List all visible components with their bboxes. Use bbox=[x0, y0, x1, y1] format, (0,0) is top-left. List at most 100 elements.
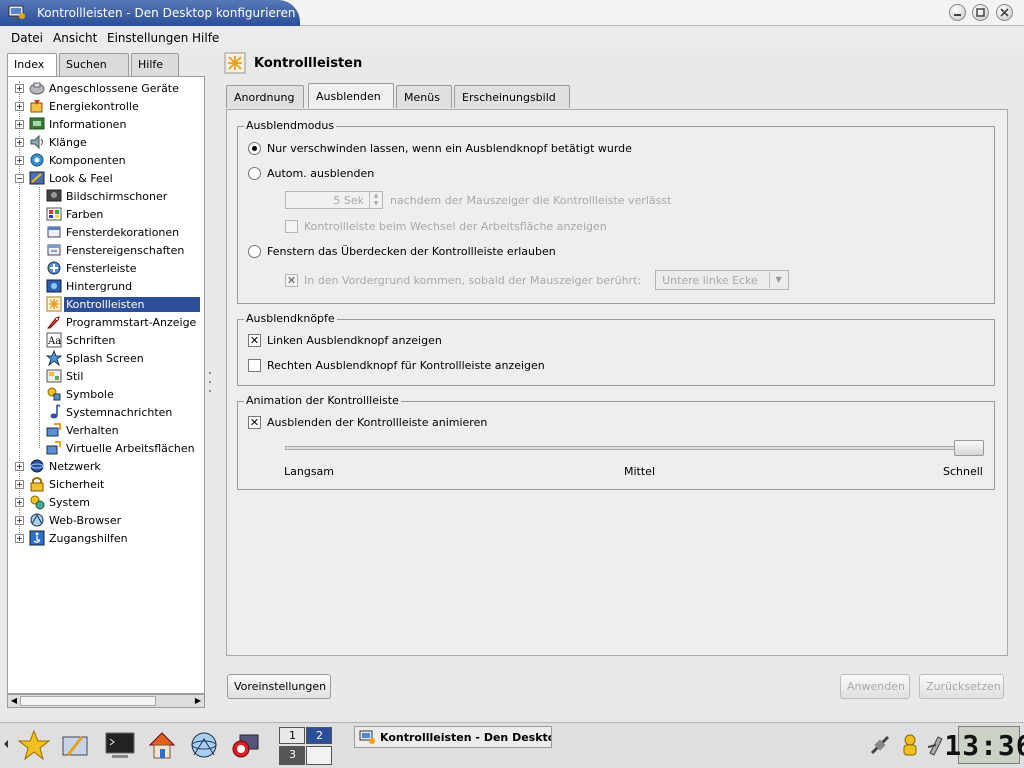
animation-speed-slider[interactable] bbox=[285, 446, 979, 450]
checkbox-animate-hide[interactable]: ✕ Ausblenden der Kontrollleiste animiere… bbox=[248, 416, 487, 429]
expand-icon[interactable]: + bbox=[15, 498, 24, 507]
tree-item-komponenten[interactable]: + Komponenten bbox=[15, 151, 126, 169]
tree-item-look-and-feel[interactable]: − Look & Feel bbox=[15, 169, 113, 187]
tree-item-angeschlossene-geraete[interactable]: + Angeschlossene Geräte bbox=[15, 79, 179, 97]
expand-icon[interactable]: + bbox=[15, 516, 24, 525]
tree-item-splash-screen[interactable]: Splash Screen bbox=[46, 349, 144, 367]
tree-item-kontrollleisten[interactable]: Kontrollleisten bbox=[46, 295, 204, 313]
tree-item-informationen[interactable]: + Informationen bbox=[15, 115, 126, 133]
tree-item-netzwerk[interactable]: + Netzwerk bbox=[15, 457, 101, 475]
tree-item-energiekontrolle[interactable]: + Energiekontrolle bbox=[15, 97, 139, 115]
radio-auto-hide[interactable]: Autom. ausblenden bbox=[248, 167, 374, 180]
expand-icon[interactable]: + bbox=[15, 138, 24, 147]
radio-manual-hide[interactable]: Nur verschwinden lassen, wenn ein Ausble… bbox=[248, 142, 632, 155]
slider-handle[interactable] bbox=[954, 440, 984, 456]
expand-icon[interactable]: + bbox=[15, 102, 24, 111]
menu-ansicht[interactable]: Ansicht bbox=[53, 31, 97, 45]
tab-hilfe[interactable]: Hilfe bbox=[131, 53, 179, 76]
menu-einstellungen[interactable]: Einstellungen bbox=[107, 31, 188, 45]
tree-item-farben[interactable]: Farben bbox=[46, 205, 103, 223]
delay-spinbox[interactable]: 5 Sek ▲ ▼ bbox=[285, 191, 383, 209]
checkbox-label: Rechten Ausblendknopf für Kontrollleiste… bbox=[267, 359, 545, 372]
module-tree[interactable]: + Angeschlossene Geräte + Energiekontrol… bbox=[7, 76, 205, 694]
expand-icon[interactable]: + bbox=[15, 462, 24, 471]
panel-hide-left-icon[interactable] bbox=[2, 737, 10, 751]
radio-allow-cover[interactable]: Fenstern das Überdecken der Kontrollleis… bbox=[248, 245, 556, 258]
desktop-4-button[interactable] bbox=[306, 746, 332, 765]
checkbox-raise-on-touch[interactable]: ✕ In den Vordergrund kommen, sobald der … bbox=[285, 270, 790, 290]
splitter-handle[interactable] bbox=[208, 370, 212, 394]
apply-button[interactable]: Anwenden bbox=[840, 674, 910, 699]
tree-item-zugangshilfen[interactable]: + Zugangshilfen bbox=[15, 529, 128, 547]
tab-anordnung[interactable]: Anordnung bbox=[226, 85, 304, 108]
collapse-icon[interactable]: − bbox=[15, 174, 24, 183]
checkbox[interactable] bbox=[285, 220, 298, 233]
tree-item-verhalten[interactable]: Verhalten bbox=[46, 421, 119, 439]
tree-item-fenstereigenschaften[interactable]: Fenstereigenschaften bbox=[46, 241, 184, 259]
tab-erscheinungsbild[interactable]: Erscheinungsbild bbox=[454, 85, 570, 108]
scroll-right-icon[interactable]: ▶ bbox=[192, 695, 204, 707]
home-icon[interactable] bbox=[146, 729, 178, 761]
radio-button[interactable] bbox=[248, 167, 261, 180]
desktop-2-button[interactable]: 2 bbox=[306, 727, 332, 744]
checkbox[interactable]: ✕ bbox=[248, 334, 261, 347]
tree-item-systemnachrichten[interactable]: Systemnachrichten bbox=[46, 403, 172, 421]
tree-item-fensterdekorationen[interactable]: Fensterdekorationen bbox=[46, 223, 179, 241]
menu-hilfe[interactable]: Hilfe bbox=[192, 31, 219, 45]
radio-button[interactable] bbox=[248, 245, 261, 258]
expand-icon[interactable]: + bbox=[15, 534, 24, 543]
expand-icon[interactable]: + bbox=[15, 120, 24, 129]
tab-label: Anordnung bbox=[234, 91, 295, 104]
tree-item-symbole[interactable]: Symbole bbox=[46, 385, 114, 403]
tree-item-stil[interactable]: Stil bbox=[46, 367, 83, 385]
corner-select[interactable]: Untere linke Ecke ▼ bbox=[655, 270, 790, 290]
tree-item-sicherheit[interactable]: + Sicherheit bbox=[15, 475, 104, 493]
chevron-down-icon[interactable]: ▼ bbox=[769, 272, 787, 288]
clock[interactable]: 13:36 bbox=[944, 726, 1024, 764]
spin-arrows-icon[interactable]: ▲ ▼ bbox=[369, 192, 382, 208]
tree-item-hintergrund[interactable]: Hintergrund bbox=[46, 277, 132, 295]
minimize-button[interactable] bbox=[949, 4, 966, 21]
menu-datei[interactable]: Datei bbox=[11, 31, 43, 45]
close-button[interactable] bbox=[996, 4, 1013, 21]
scroll-thumb[interactable] bbox=[20, 696, 156, 706]
checkbox[interactable]: ✕ bbox=[248, 416, 261, 429]
reset-button[interactable]: Zurücksetzen bbox=[919, 674, 1004, 699]
user-tray-icon[interactable] bbox=[898, 733, 922, 757]
tree-item-bildschirmschoner[interactable]: Bildschirmschoner bbox=[46, 187, 167, 205]
expand-icon[interactable]: + bbox=[15, 84, 24, 93]
expand-icon[interactable]: + bbox=[15, 480, 24, 489]
checkbox-right-hide-button[interactable]: Rechten Ausblendknopf für Kontrollleiste… bbox=[248, 359, 545, 372]
desktop-3-button[interactable]: 3 bbox=[279, 746, 305, 765]
checkbox-show-on-desktop-change[interactable]: Kontrollleiste beim Wechsel der Arbeitsf… bbox=[285, 220, 607, 233]
scroll-left-icon[interactable]: ◀ bbox=[8, 695, 20, 707]
network-monitor-icon[interactable] bbox=[230, 729, 262, 761]
radio-button[interactable] bbox=[248, 142, 261, 155]
network-tray-icon[interactable] bbox=[868, 733, 892, 757]
tab-index[interactable]: Index bbox=[7, 53, 57, 77]
tree-item-virtuelle-arbeitsflaechen[interactable]: Virtuelle Arbeitsflächen bbox=[46, 439, 195, 457]
tab-suchen[interactable]: Suchen bbox=[59, 53, 129, 76]
konqueror-icon[interactable] bbox=[188, 729, 220, 761]
title-bar[interactable]: Kontrollleisten - Den Desktop konfigurie… bbox=[0, 0, 1024, 26]
tree-item-schriften[interactable]: Aa Schriften bbox=[46, 331, 115, 349]
maximize-button[interactable] bbox=[972, 4, 989, 21]
expand-icon[interactable]: + bbox=[15, 156, 24, 165]
tab-menues[interactable]: Menüs bbox=[396, 85, 452, 108]
checkbox-left-hide-button[interactable]: ✕ Linken Ausblendknopf anzeigen bbox=[248, 334, 442, 347]
tree-item-system[interactable]: + System bbox=[15, 493, 90, 511]
star-menu-icon[interactable] bbox=[18, 729, 50, 761]
desktop-1-button[interactable]: 1 bbox=[279, 727, 305, 744]
tab-ausblenden[interactable]: Ausblenden bbox=[308, 83, 394, 108]
tree-horizontal-scrollbar[interactable]: ◀ ▶ bbox=[7, 694, 205, 708]
tree-item-fensterleiste[interactable]: Fensterleiste bbox=[46, 259, 137, 277]
checkbox[interactable] bbox=[248, 359, 261, 372]
terminal-icon[interactable] bbox=[104, 729, 136, 761]
tree-item-programmstart-anzeige[interactable]: Programmstart-Anzeige bbox=[46, 313, 196, 331]
defaults-button[interactable]: Voreinstellungen bbox=[227, 674, 331, 699]
control-center-icon[interactable] bbox=[60, 729, 92, 761]
tree-item-web-browser[interactable]: + Web-Browser bbox=[15, 511, 121, 529]
taskbar-window-button[interactable]: Kontrollleisten - Den Desktop konfigurie… bbox=[354, 726, 552, 748]
tree-item-klaenge[interactable]: + Klänge bbox=[15, 133, 87, 151]
checkbox[interactable]: ✕ bbox=[285, 273, 298, 287]
